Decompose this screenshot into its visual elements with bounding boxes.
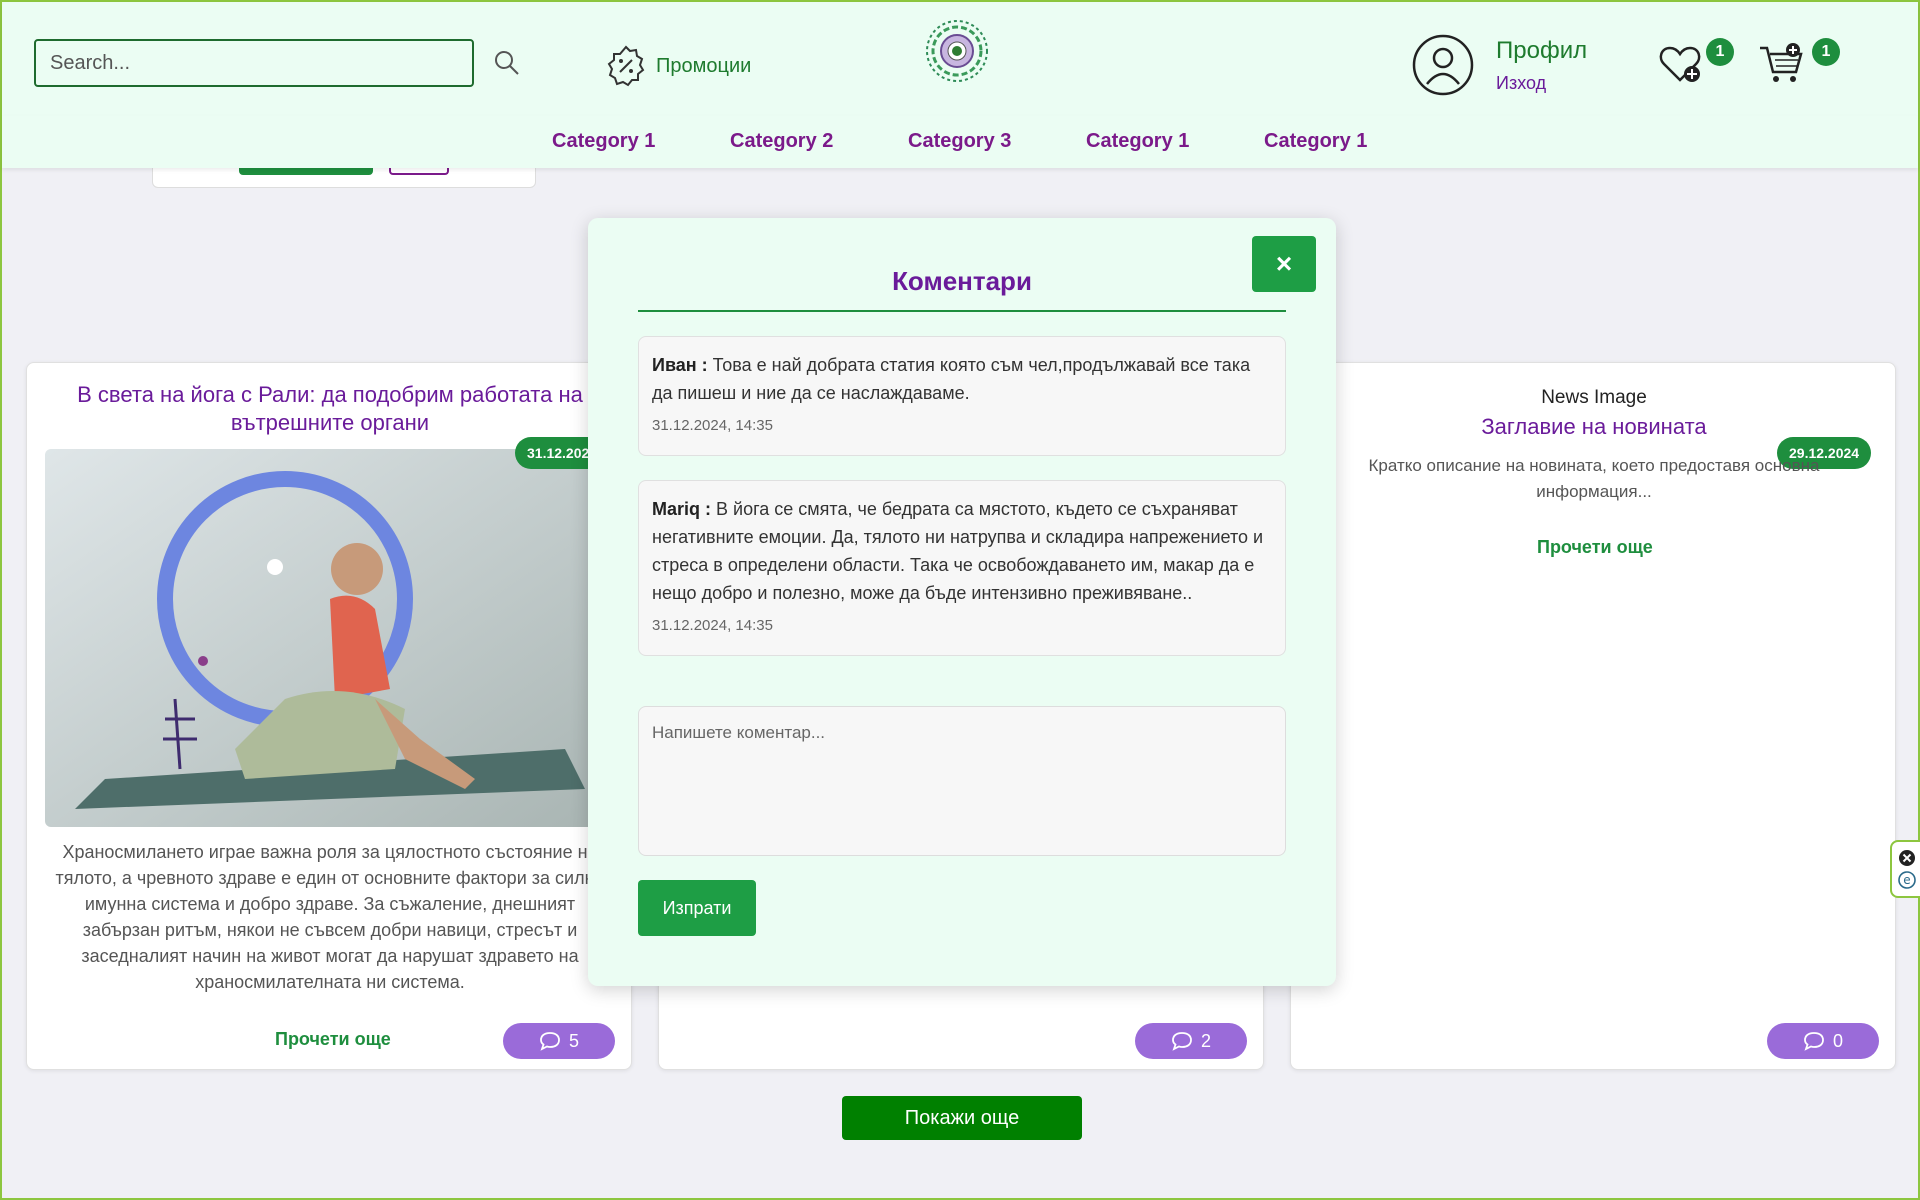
show-more-button[interactable]: Покажи още (842, 1096, 1082, 1140)
cart-button[interactable]: 1 (1758, 38, 1840, 86)
chat-bubble-icon (1804, 1032, 1824, 1051)
comment-date: 31.12.2024, 14:35 (652, 417, 773, 434)
close-circle-icon[interactable] (1898, 849, 1916, 867)
title-divider (638, 310, 1286, 312)
wishlist-count-badge: 1 (1706, 38, 1734, 66)
site-header: Промоции Профил Изход (2, 2, 1918, 116)
promotions-link[interactable]: Промоции (604, 44, 751, 88)
nav-category-3[interactable]: Category 3 (908, 130, 1011, 153)
news-image-placeholder[interactable]: News Image (1291, 387, 1897, 409)
profile-section: Профил Изход (1412, 34, 1587, 96)
comment-author: Иван : (652, 355, 708, 375)
read-more-link[interactable]: Прочети още (275, 1029, 391, 1050)
comments-count: 2 (1200, 1030, 1211, 1051)
comments-modal: × Коментари Иван : Това е най добрата ст… (588, 218, 1336, 986)
comment-item: Иван : Това е най добрата статия която с… (638, 336, 1286, 456)
comments-count: 5 (568, 1030, 579, 1051)
site-logo[interactable] (920, 18, 994, 84)
comments-button[interactable]: 2 (1135, 1023, 1247, 1059)
comments-button[interactable]: 5 (503, 1023, 615, 1059)
comment-text: Това е най добрата статия която съм чел,… (652, 355, 1251, 403)
nav-category-1[interactable]: Category 1 (552, 130, 655, 153)
side-accessibility-widget: e (1890, 840, 1920, 898)
search-input[interactable] (34, 39, 474, 87)
e-circle-icon[interactable]: e (1898, 871, 1916, 889)
comment-author: Mariq : (652, 499, 712, 519)
nav-category-2[interactable]: Category 2 (730, 130, 833, 153)
card-description: Храносмилането играе важна роля за цялос… (55, 842, 605, 992)
send-comment-button[interactable]: Изпрати (638, 880, 756, 936)
chat-bubble-icon (1172, 1032, 1192, 1051)
modal-title: Коментари (892, 266, 1032, 296)
chat-bubble-icon (540, 1032, 560, 1051)
comment-date: 31.12.2024, 14:35 (652, 617, 773, 634)
profile-link[interactable]: Профил (1496, 37, 1587, 65)
search-icon[interactable] (492, 48, 522, 78)
news-card: В света на йога с Рали: да подобрим рабо… (26, 362, 632, 1070)
comment-body: Mariq : В йога се смята, че бедрата са м… (652, 495, 1272, 607)
wishlist-button[interactable]: 1 (1658, 38, 1734, 86)
discount-badge-icon (607, 45, 645, 87)
cart-count-badge: 1 (1812, 38, 1840, 66)
comment-textarea[interactable] (638, 706, 1286, 856)
svg-text:e: e (1903, 873, 1910, 887)
user-avatar-icon[interactable] (1412, 34, 1474, 96)
nav-category-5[interactable]: Category 1 (1264, 130, 1367, 153)
promotions-label: Промоции (656, 54, 752, 77)
news-card: News Image Заглавие на новината 29.12.20… (1290, 362, 1896, 1070)
comments-count: 0 (1832, 1030, 1843, 1051)
comment-item: Mariq : В йога се смята, че бедрата са м… (638, 480, 1286, 656)
yoga-article-image[interactable] (45, 449, 601, 827)
card-description: Кратко описание на новината, което предо… (1368, 456, 1820, 501)
search-bar (34, 39, 522, 87)
card-title[interactable]: В света на йога с Рали: да подобрим рабо… (57, 381, 603, 437)
nav-category-4[interactable]: Category 1 (1086, 130, 1189, 153)
cart-icon (1760, 43, 1803, 82)
read-more-link[interactable]: Прочети още (1537, 537, 1653, 558)
category-nav: Category 1 Category 2 Category 3 Categor… (2, 116, 1918, 168)
comments-button[interactable]: 0 (1767, 1023, 1879, 1059)
comment-body: Иван : Това е най добрата статия която с… (652, 351, 1272, 407)
heart-plus-icon (1659, 46, 1701, 82)
comment-text: В йога се смята, че бедрата са мястото, … (652, 499, 1264, 603)
logout-link[interactable]: Изход (1496, 73, 1587, 94)
